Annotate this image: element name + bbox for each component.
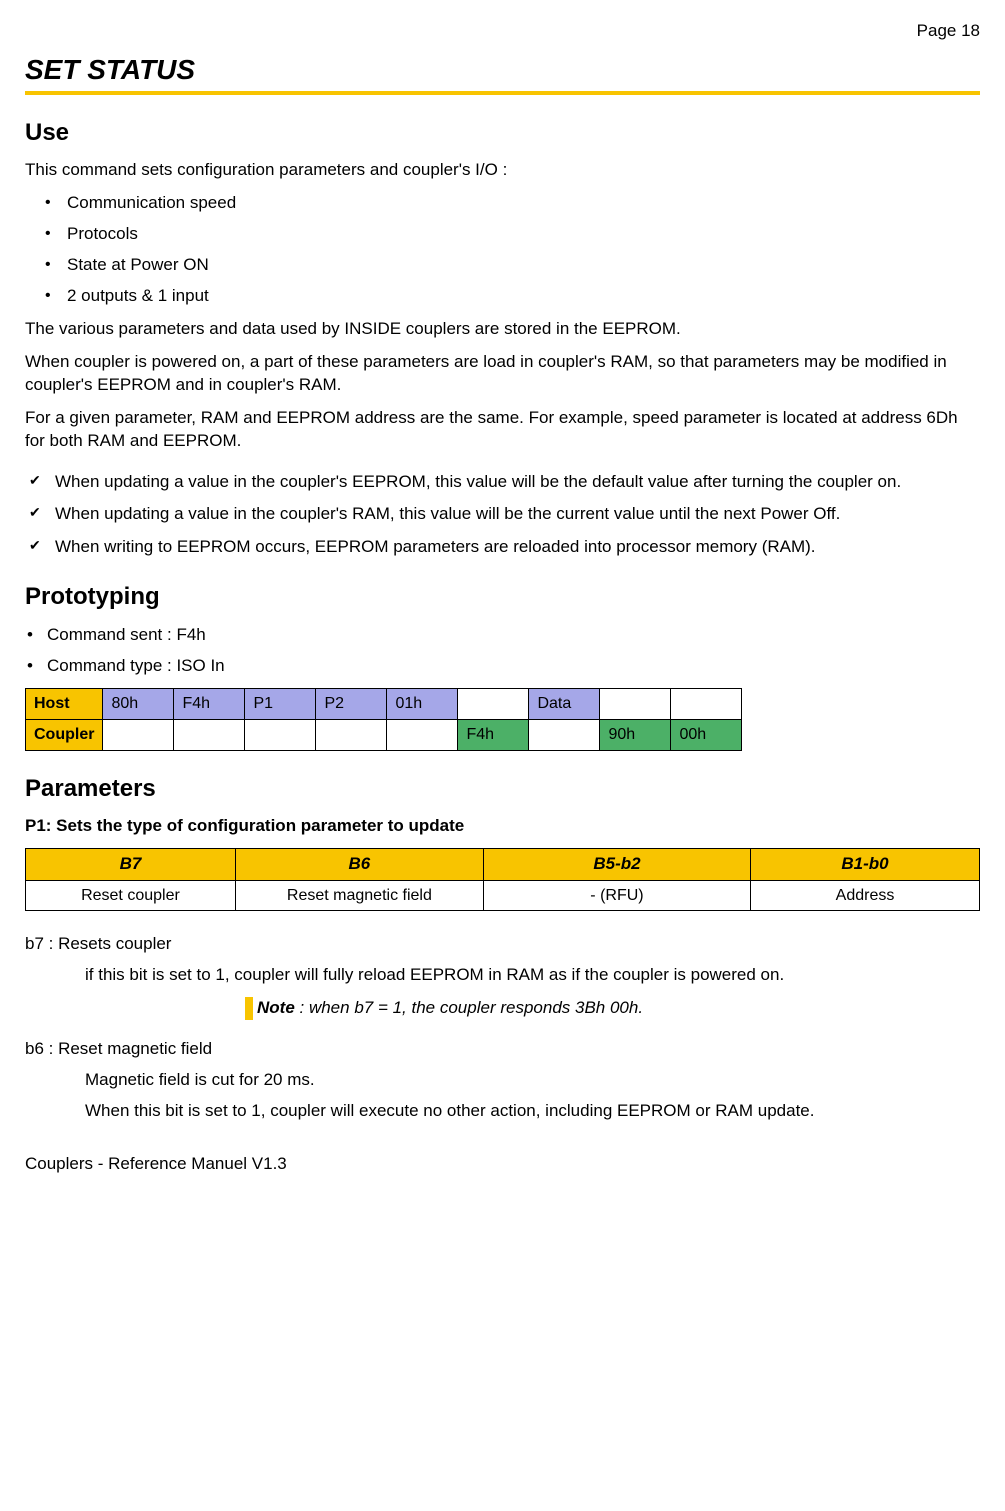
- p1-description: P1: Sets the type of configuration param…: [25, 815, 980, 838]
- table-row: Reset coupler Reset magnetic field - (RF…: [26, 880, 980, 911]
- note-label: Note: [257, 998, 295, 1017]
- title-rule: [25, 91, 980, 95]
- use-intro: This command sets configuration paramete…: [25, 159, 980, 182]
- table-cell: [671, 688, 742, 719]
- table-cell: F4h: [174, 688, 245, 719]
- list-item: Command type : ISO In: [47, 655, 980, 678]
- table-cell: [103, 719, 174, 750]
- table-cell: [387, 719, 458, 750]
- heading-use: Use: [25, 117, 980, 149]
- paragraph: When coupler is powered on, a part of th…: [25, 351, 980, 397]
- table-cell: [245, 719, 316, 750]
- parameters-table: B7 B6 B5-b2 B1-b0 Reset coupler Reset ma…: [25, 848, 980, 912]
- table-cell: [316, 719, 387, 750]
- heading-parameters: Parameters: [25, 773, 980, 805]
- use-check-list: When updating a value in the coupler's E…: [25, 471, 980, 560]
- paragraph: The various parameters and data used by …: [25, 318, 980, 341]
- note-text: Note : when b7 = 1, the coupler responds…: [257, 997, 643, 1020]
- table-header: B7: [26, 848, 236, 880]
- table-row: B7 B6 B5-b2 B1-b0: [26, 848, 980, 880]
- note-bar: [245, 997, 253, 1020]
- b6-text-2: When this bit is set to 1, coupler will …: [85, 1100, 980, 1123]
- page-title: SET STATUS: [25, 51, 980, 89]
- proto-bullet-list: Command sent : F4h Command type : ISO In: [25, 624, 980, 678]
- use-bullet-list: Communication speed Protocols State at P…: [25, 192, 980, 308]
- list-item: When writing to EEPROM occurs, EEPROM pa…: [55, 536, 980, 559]
- footer: Couplers - Reference Manuel V1.3: [25, 1153, 980, 1176]
- table-header: B5-b2: [483, 848, 750, 880]
- table-cell: [529, 719, 600, 750]
- prototyping-table: Host 80h F4h P1 P2 01h Data Coupler F4h …: [25, 688, 742, 751]
- list-item: Command sent : F4h: [47, 624, 980, 647]
- list-item: 2 outputs & 1 input: [67, 285, 980, 308]
- paragraph: For a given parameter, RAM and EEPROM ad…: [25, 407, 980, 453]
- list-item: Communication speed: [67, 192, 980, 215]
- list-item: State at Power ON: [67, 254, 980, 277]
- table-cell: 00h: [671, 719, 742, 750]
- table-cell: F4h: [458, 719, 529, 750]
- row-label-host: Host: [26, 688, 103, 719]
- table-cell: Address: [751, 880, 980, 911]
- b6-text-1: Magnetic field is cut for 20 ms.: [85, 1069, 980, 1092]
- row-label-coupler: Coupler: [26, 719, 103, 750]
- b6-label: b6 : Reset magnetic field: [25, 1038, 980, 1061]
- table-cell: Reset magnetic field: [235, 880, 483, 911]
- table-cell: Reset coupler: [26, 880, 236, 911]
- table-cell: [458, 688, 529, 719]
- table-cell: 01h: [387, 688, 458, 719]
- b7-text: if this bit is set to 1, coupler will fu…: [85, 964, 980, 987]
- table-cell: - (RFU): [483, 880, 750, 911]
- table-row: Host 80h F4h P1 P2 01h Data: [26, 688, 742, 719]
- list-item: When updating a value in the coupler's R…: [55, 503, 980, 526]
- note-block: Note : when b7 = 1, the coupler responds…: [245, 997, 980, 1020]
- table-row: Coupler F4h 90h 00h: [26, 719, 742, 750]
- table-cell: P1: [245, 688, 316, 719]
- table-cell: [174, 719, 245, 750]
- b7-label: b7 : Resets coupler: [25, 933, 980, 956]
- table-cell: P2: [316, 688, 387, 719]
- list-item: When updating a value in the coupler's E…: [55, 471, 980, 494]
- page-number: Page 18: [25, 20, 980, 43]
- heading-prototyping: Prototyping: [25, 581, 980, 613]
- list-item: Protocols: [67, 223, 980, 246]
- table-cell: 90h: [600, 719, 671, 750]
- table-header: B6: [235, 848, 483, 880]
- table-header: B1-b0: [751, 848, 980, 880]
- table-cell: Data: [529, 688, 600, 719]
- note-body: : when b7 = 1, the coupler responds 3Bh …: [295, 998, 643, 1017]
- table-cell: [600, 688, 671, 719]
- table-cell: 80h: [103, 688, 174, 719]
